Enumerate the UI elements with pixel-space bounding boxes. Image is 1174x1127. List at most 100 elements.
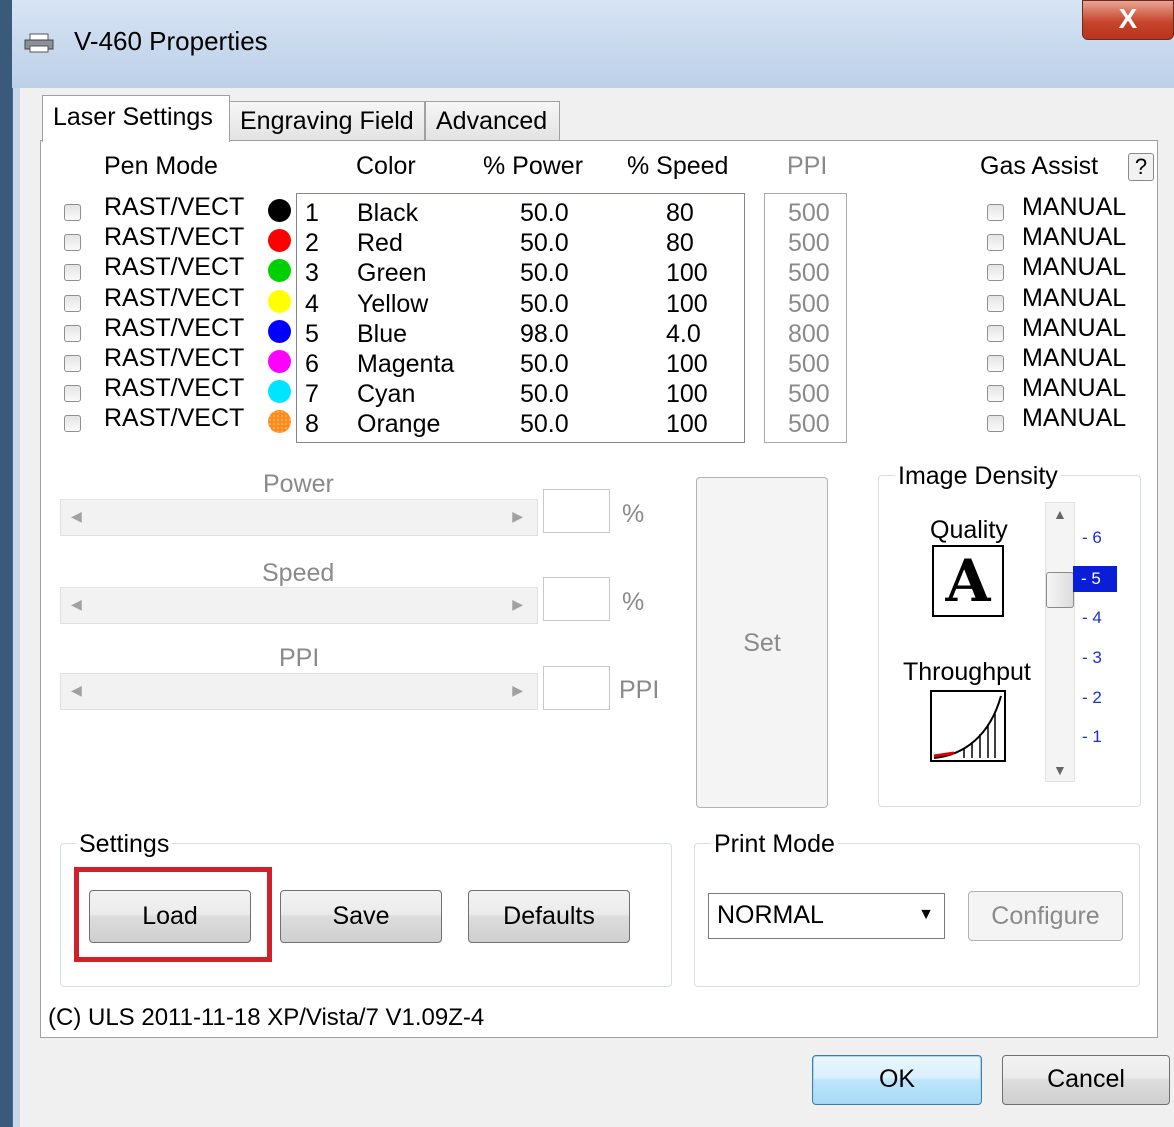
pen-color-name: Cyan bbox=[357, 380, 416, 408]
pen-mode-label: RAST/VECT bbox=[104, 344, 245, 372]
pen-power: 50.0 bbox=[520, 350, 569, 378]
header-color: Color bbox=[356, 152, 416, 180]
pen-speed: 100 bbox=[666, 350, 708, 378]
pen-mode-checkbox[interactable] bbox=[64, 295, 81, 312]
speed-slider[interactable]: ◀ ▶ bbox=[60, 587, 538, 624]
density-level[interactable]: - 2 bbox=[1082, 688, 1102, 708]
pen-mode-checkbox[interactable] bbox=[64, 204, 81, 221]
pen-ppi: 500 bbox=[788, 229, 830, 257]
pen-mode-label: RAST/VECT bbox=[104, 404, 245, 432]
pen-power: 50.0 bbox=[520, 259, 569, 287]
gas-assist-label: MANUAL bbox=[1022, 404, 1127, 432]
pen-mode-checkbox[interactable] bbox=[64, 415, 81, 432]
window-title: V-460 Properties bbox=[74, 26, 268, 56]
pen-speed: 100 bbox=[666, 259, 708, 287]
version-text: (C) ULS 2011-11-18 XP/Vista/7 V1.09Z-4 bbox=[48, 1004, 485, 1031]
header-pen-mode: Pen Mode bbox=[104, 152, 218, 180]
power-label: Power bbox=[263, 470, 334, 498]
gas-assist-checkbox[interactable] bbox=[987, 415, 1004, 432]
pen-color-swatch bbox=[268, 350, 291, 373]
power-input[interactable] bbox=[543, 489, 610, 533]
pen-color-name: Yellow bbox=[357, 290, 429, 318]
header-power: % Power bbox=[483, 152, 584, 180]
pen-color-name: Green bbox=[357, 259, 427, 287]
pen-number: 8 bbox=[305, 410, 319, 438]
pen-color-swatch bbox=[268, 410, 291, 433]
density-level[interactable]: - 1 bbox=[1082, 727, 1102, 747]
pen-mode-label: RAST/VECT bbox=[104, 253, 245, 281]
pen-color-swatch bbox=[268, 229, 291, 252]
pen-power: 50.0 bbox=[520, 290, 569, 318]
print-mode-value: NORMAL bbox=[717, 901, 824, 929]
pen-mode-label: RAST/VECT bbox=[104, 284, 245, 312]
density-level[interactable]: - 6 bbox=[1082, 528, 1102, 548]
pen-mode-checkbox[interactable] bbox=[64, 355, 81, 372]
pen-mode-label: RAST/VECT bbox=[104, 223, 245, 251]
settings-label: Settings bbox=[76, 830, 173, 859]
pen-mode-label: RAST/VECT bbox=[104, 314, 245, 342]
pen-power: 50.0 bbox=[520, 229, 569, 257]
pen-color-swatch bbox=[268, 290, 291, 313]
speed-input[interactable] bbox=[543, 577, 610, 621]
pen-speed: 100 bbox=[666, 380, 708, 408]
ppi-slider[interactable]: ◀ ▶ bbox=[60, 673, 538, 710]
pen-number: 2 bbox=[305, 229, 319, 257]
pen-ppi: 500 bbox=[788, 199, 830, 227]
gas-assist-checkbox[interactable] bbox=[987, 295, 1004, 312]
pen-speed: 100 bbox=[666, 410, 708, 438]
gas-assist-label: MANUAL bbox=[1022, 223, 1127, 251]
print-mode-select[interactable]: NORMAL ▼ bbox=[708, 893, 945, 939]
cancel-button[interactable]: Cancel bbox=[1002, 1055, 1170, 1105]
pen-mode-checkbox[interactable] bbox=[64, 325, 81, 342]
density-slider-thumb[interactable] bbox=[1046, 572, 1074, 608]
density-level[interactable]: - 4 bbox=[1082, 608, 1102, 628]
quality-icon: A bbox=[932, 545, 1004, 617]
pen-number: 1 bbox=[305, 199, 319, 227]
pen-mode-checkbox[interactable] bbox=[64, 234, 81, 251]
pen-power: 98.0 bbox=[520, 320, 569, 348]
gas-assist-label: MANUAL bbox=[1022, 314, 1127, 342]
density-level[interactable]: - 3 bbox=[1082, 648, 1102, 668]
gas-assist-checkbox[interactable] bbox=[987, 325, 1004, 342]
gas-assist-checkbox[interactable] bbox=[987, 204, 1004, 221]
throughput-icon bbox=[930, 690, 1006, 762]
power-slider[interactable]: ◀ ▶ bbox=[60, 499, 538, 536]
gas-assist-checkbox[interactable] bbox=[987, 355, 1004, 372]
tab-advanced[interactable]: Advanced bbox=[425, 101, 560, 141]
density-level-selected[interactable]: - 5 bbox=[1073, 566, 1117, 592]
pen-color-name: Orange bbox=[357, 410, 441, 438]
ok-button[interactable]: OK bbox=[812, 1055, 982, 1105]
gas-assist-checkbox[interactable] bbox=[987, 234, 1004, 251]
gas-assist-checkbox[interactable] bbox=[987, 264, 1004, 281]
chevron-down-icon: ▼ bbox=[918, 906, 934, 923]
tab-engraving-field[interactable]: Engraving Field bbox=[229, 101, 425, 141]
ppi-input[interactable] bbox=[543, 666, 610, 710]
chevron-down-icon[interactable]: ▼ bbox=[1053, 762, 1067, 778]
pen-color-name: Magenta bbox=[357, 350, 455, 378]
pen-color-swatch bbox=[268, 199, 291, 222]
help-button[interactable]: ? bbox=[1128, 153, 1154, 181]
gas-assist-checkbox[interactable] bbox=[987, 385, 1004, 402]
pen-number: 5 bbox=[305, 320, 319, 348]
tab-laser-settings[interactable]: Laser Settings bbox=[42, 95, 230, 142]
close-button[interactable]: X bbox=[1082, 0, 1174, 40]
pen-ppi: 500 bbox=[788, 290, 830, 318]
throughput-label: Throughput bbox=[903, 658, 1031, 686]
pen-color-swatch bbox=[268, 380, 291, 403]
pen-color-swatch bbox=[268, 259, 291, 282]
pen-ppi: 500 bbox=[788, 380, 830, 408]
pen-mode-checkbox[interactable] bbox=[64, 385, 81, 402]
configure-button[interactable]: Configure bbox=[968, 891, 1123, 941]
pen-mode-label: RAST/VECT bbox=[104, 193, 245, 221]
pen-mode-checkbox[interactable] bbox=[64, 264, 81, 281]
pen-mode-label: RAST/VECT bbox=[104, 374, 245, 402]
pen-ppi: 800 bbox=[788, 320, 830, 348]
density-slider-track[interactable] bbox=[1045, 502, 1075, 782]
defaults-button[interactable]: Defaults bbox=[468, 890, 630, 943]
save-button[interactable]: Save bbox=[280, 890, 442, 943]
pen-speed: 80 bbox=[666, 199, 694, 227]
pen-number: 6 bbox=[305, 350, 319, 378]
pen-color-name: Red bbox=[357, 229, 403, 257]
set-button[interactable]: Set bbox=[696, 477, 828, 808]
chevron-up-icon[interactable]: ▲ bbox=[1053, 506, 1067, 522]
